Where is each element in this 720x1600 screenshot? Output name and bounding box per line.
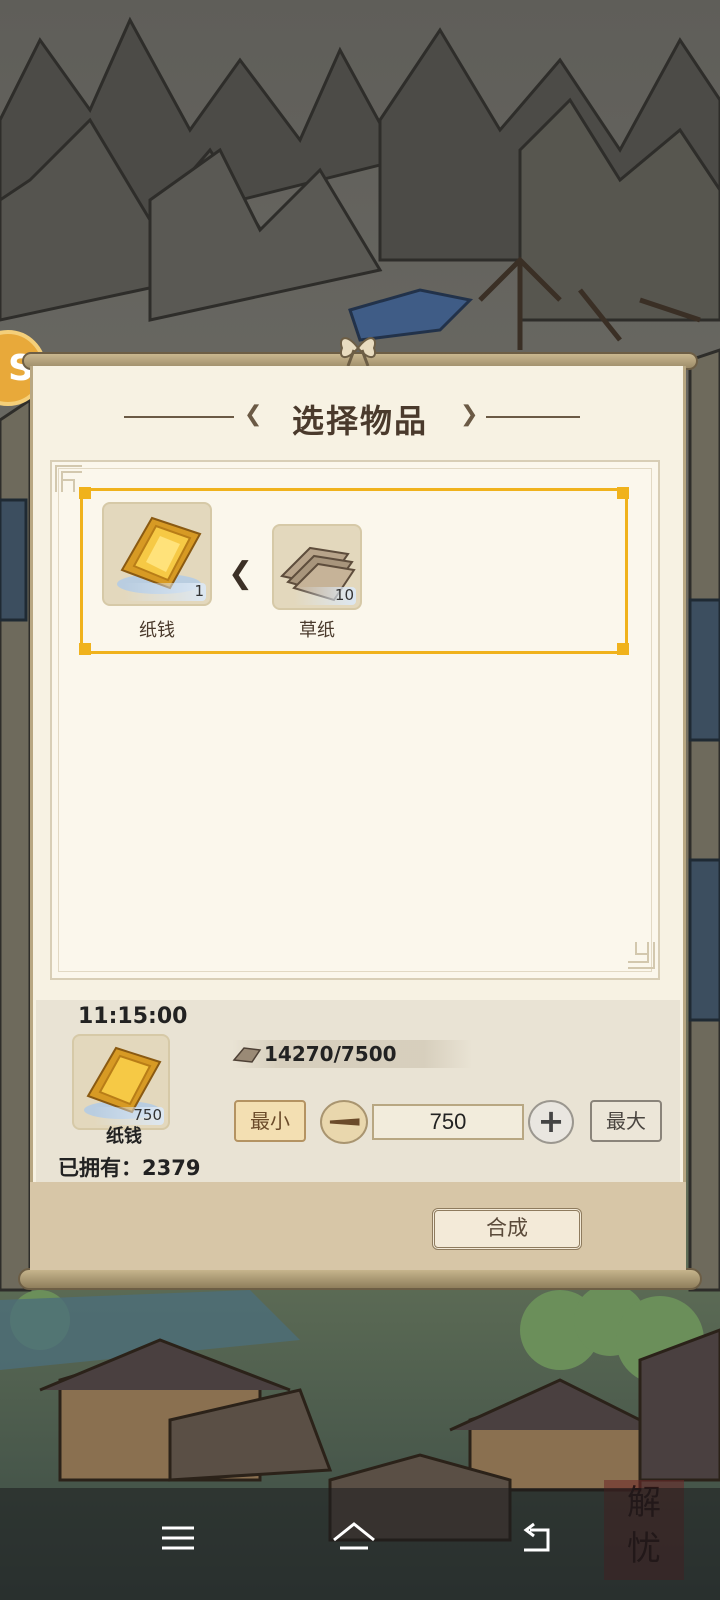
dialog-title: 选择物品 (291, 402, 428, 440)
selection-corner (79, 487, 91, 499)
chevron-left-icon: ❮ (228, 556, 254, 591)
selection-corner (617, 487, 629, 499)
input-item-name: 草纸 (299, 620, 335, 641)
title-divider-right (486, 416, 580, 418)
ribbon-knot-icon (340, 337, 376, 367)
craft-item-card: 750 (72, 1034, 170, 1130)
scroll-rod-bottom (18, 1268, 702, 1290)
quantity-input[interactable] (372, 1104, 524, 1140)
back-icon[interactable] (508, 1508, 568, 1568)
material-requirement: 14270/7500 (264, 1042, 397, 1066)
straw-paper-icon (232, 1047, 262, 1063)
max-button[interactable]: 最大 (590, 1100, 662, 1142)
craft-item-name: 纸钱 (106, 1126, 142, 1147)
output-item-quantity: 1 (194, 582, 204, 600)
plus-icon: + (537, 1102, 565, 1140)
decrease-button[interactable] (320, 1100, 368, 1144)
dialog-footer (30, 1182, 686, 1270)
selection-corner (617, 643, 629, 655)
menu-icon[interactable] (148, 1508, 208, 1568)
output-item-name: 纸钱 (139, 620, 175, 641)
selection-corner (79, 643, 91, 655)
input-item-card[interactable]: 10 (272, 524, 362, 610)
corner-fret-icon (628, 942, 655, 969)
craft-button[interactable]: 合成 (432, 1208, 582, 1250)
output-item-card[interactable]: 1 (102, 502, 212, 606)
home-icon[interactable] (324, 1508, 384, 1568)
minus-icon (329, 1118, 360, 1126)
increase-button[interactable]: + (528, 1100, 574, 1144)
owned-count: 已拥有：2379 (58, 1156, 201, 1180)
dialog-header: ❮ 选择物品 ❯ (0, 392, 720, 442)
title-ornament-right-icon: ❯ (460, 402, 479, 427)
input-item-quantity: 10 (334, 586, 354, 604)
min-button[interactable]: 最小 (234, 1100, 306, 1142)
craft-time: 11:15:00 (78, 1004, 188, 1029)
